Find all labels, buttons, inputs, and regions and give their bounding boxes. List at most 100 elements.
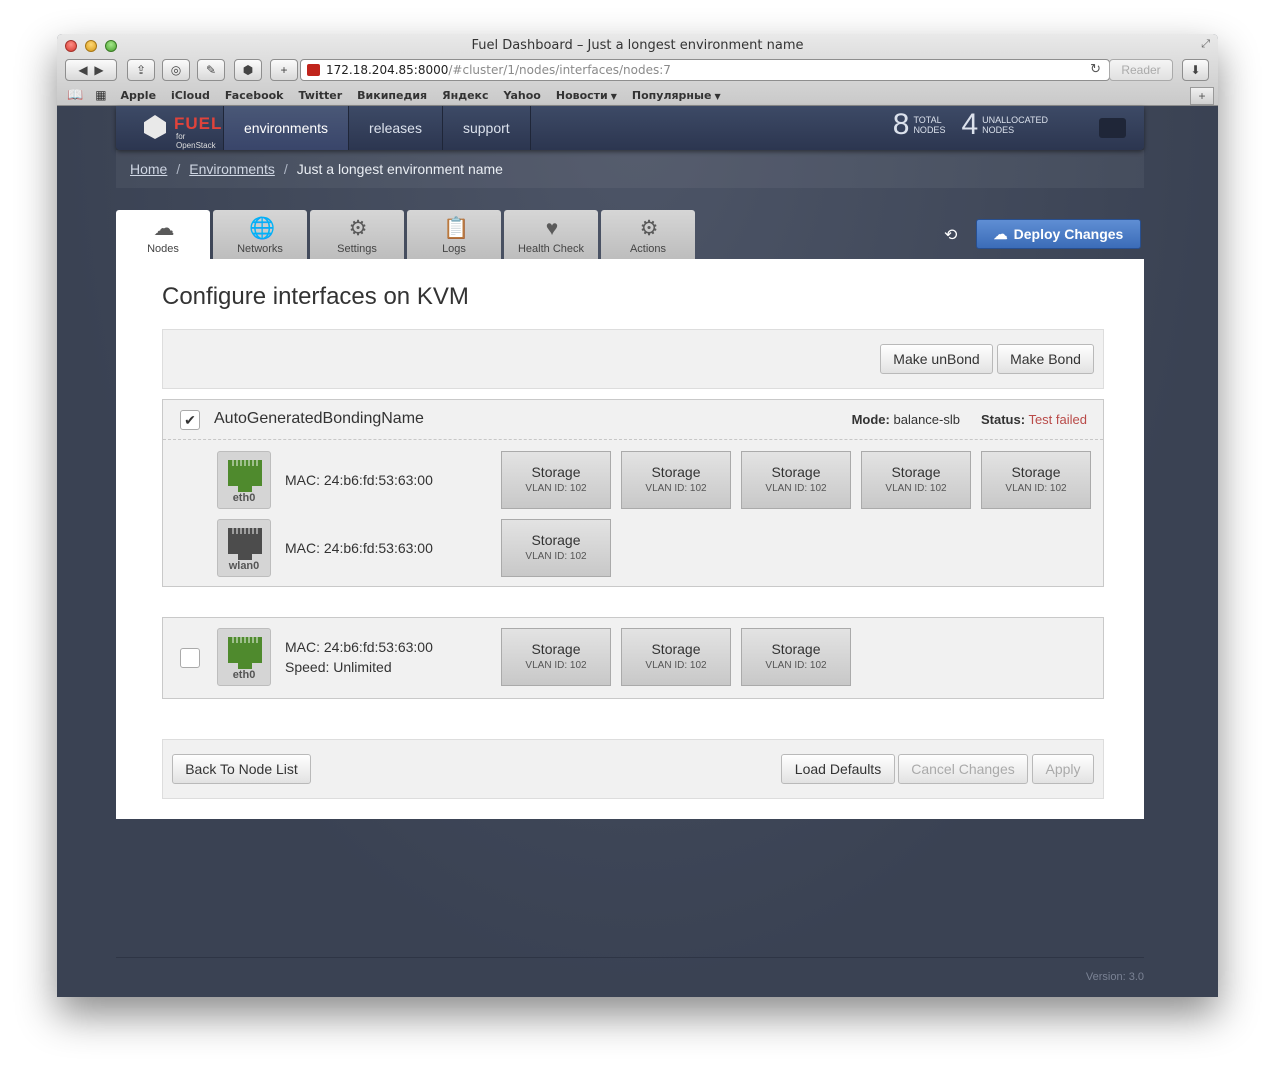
tools-button[interactable]: ✎ [197, 59, 225, 81]
network-name: Storage [651, 464, 701, 480]
fuel-app: FUEL for OpenStack environments releases… [57, 106, 1218, 997]
network-storage[interactable]: Storage VLAN ID: 102 [741, 628, 851, 686]
plus-icon: + [280, 63, 288, 77]
tab-networks[interactable]: 🌐 Networks [213, 210, 307, 259]
new-tab-button[interactable]: + [1190, 87, 1214, 105]
network-storage[interactable]: Storage VLAN ID: 102 [741, 451, 851, 509]
network-vlan: VLAN ID: 102 [645, 660, 707, 671]
interfaces-panel: Configure interfaces on KVM Make unBond … [116, 259, 1144, 819]
tab-health-check[interactable]: ♥ Health Check [504, 210, 598, 259]
network-storage[interactable]: Storage VLAN ID: 102 [501, 628, 611, 686]
page-title: Configure interfaces on KVM [162, 283, 469, 310]
extension-button[interactable]: ⬢ [234, 59, 262, 81]
browser-window: Fuel Dashboard – Just a longest environm… [57, 34, 1218, 997]
logo-subtext: for OpenStack [176, 132, 216, 150]
reload-icon[interactable]: ↻ [1090, 62, 1101, 77]
bookmark-twitter[interactable]: Twitter [299, 89, 343, 102]
nic-mac: MAC: 24:b6:fd:53:63:00 [285, 540, 433, 556]
main-navbar: FUEL for OpenStack environments releases… [116, 106, 1144, 150]
nic-name: wlan0 [228, 560, 260, 572]
cloud-upload-icon: ☁ [993, 225, 1008, 242]
nav-environments[interactable]: environments [224, 106, 350, 150]
nic-speed: Speed: Unlimited [285, 659, 392, 675]
network-storage[interactable]: Storage VLAN ID: 102 [981, 451, 1091, 509]
gears-icon: ⚙ [639, 217, 659, 240]
bookmark-popular-folder[interactable]: Популярные ▼ [632, 89, 721, 102]
add-bookmark-button[interactable]: + [270, 59, 298, 81]
cancel-changes-button[interactable]: Cancel Changes [898, 754, 1028, 784]
bookmark-facebook[interactable]: Facebook [225, 89, 284, 102]
tab-label: Settings [337, 243, 377, 255]
deploy-label: Deploy Changes [1013, 226, 1124, 242]
url-field[interactable]: 172.18.204.85:8000/#cluster/1/nodes/inte… [300, 59, 1110, 81]
top-sites-icon[interactable]: ▦ [95, 88, 106, 102]
url-host: 172.18.204.85:8000 [326, 63, 449, 77]
bookmark-news-folder[interactable]: Новости ▼ [556, 89, 617, 102]
network-storage[interactable]: Storage VLAN ID: 102 [621, 451, 731, 509]
cloud-icon: ☁ [153, 217, 175, 240]
status-value: Test failed [1028, 412, 1087, 427]
history-sync-button[interactable]: ◎ [162, 59, 190, 81]
bookmark-yandex[interactable]: Яндекс [442, 89, 488, 102]
make-bond-button[interactable]: Make Bond [997, 344, 1094, 374]
network-storage[interactable]: Storage VLAN ID: 102 [501, 519, 611, 577]
make-unbond-button[interactable]: Make unBond [880, 344, 993, 374]
reading-list-icon[interactable]: 📖 [67, 88, 83, 103]
ethernet-port-icon [228, 637, 262, 669]
back-icon[interactable]: ◀ [78, 63, 87, 77]
forward-icon[interactable]: ▶ [94, 63, 103, 77]
load-defaults-button[interactable]: Load Defaults [781, 754, 895, 784]
reader-button[interactable]: Reader [1109, 59, 1173, 81]
tab-nodes[interactable]: ☁ Nodes [116, 210, 210, 259]
network-vlan: VLAN ID: 102 [1005, 483, 1067, 494]
network-storage[interactable]: Storage VLAN ID: 102 [621, 628, 731, 686]
tab-settings[interactable]: ⚙ Settings [310, 210, 404, 259]
download-icon: ⬇ [1190, 63, 1201, 77]
back-forward-buttons[interactable]: ◀ ▶ [65, 59, 117, 81]
breadcrumb-environments[interactable]: Environments [189, 161, 275, 177]
nic-name: eth0 [232, 669, 256, 681]
apply-button[interactable]: Apply [1032, 754, 1094, 784]
nav-support[interactable]: support [443, 106, 531, 150]
fullscreen-icon[interactable]: ⤢ [1201, 38, 1210, 51]
nav-releases[interactable]: releases [349, 106, 443, 150]
network-vlan: VLAN ID: 102 [765, 483, 827, 494]
tab-logs[interactable]: 📋 Logs [407, 210, 501, 259]
network-vlan: VLAN ID: 102 [525, 551, 587, 562]
share-button[interactable]: ⇪ [127, 59, 155, 81]
ethernet-port-icon [228, 528, 262, 560]
nic-wlan0[interactable]: wlan0 [217, 519, 271, 577]
bond-checkbox[interactable]: ✔ [180, 410, 200, 430]
tab-actions[interactable]: ⚙ Actions [601, 210, 695, 259]
network-vlan: VLAN ID: 102 [885, 483, 947, 494]
heart-pulse-icon: ♥ [545, 217, 559, 240]
network-vlan: VLAN ID: 102 [765, 660, 827, 671]
clipboard-icon: 📋 [443, 217, 470, 240]
breadcrumb-home[interactable]: Home [130, 161, 167, 177]
network-storage[interactable]: Storage VLAN ID: 102 [501, 451, 611, 509]
node-counts: 8 TOTAL NODES 4 UNALLOCATED NODES [893, 108, 1064, 142]
interface-checkbox[interactable] [180, 648, 200, 668]
back-to-node-list-button[interactable]: Back To Node List [172, 754, 311, 784]
downloads-button[interactable]: ⬇ [1182, 59, 1209, 81]
nic-eth0[interactable]: eth0 [217, 628, 271, 686]
bookmark-yahoo[interactable]: Yahoo [504, 89, 541, 102]
breadcrumb-current: Just a longest environment name [296, 161, 503, 177]
tab-label: Nodes [147, 243, 179, 255]
network-name: Storage [891, 464, 941, 480]
network-storage[interactable]: Storage VLAN ID: 102 [861, 451, 971, 509]
bookmark-icloud[interactable]: iCloud [171, 89, 210, 102]
nic-eth0[interactable]: eth0 [217, 451, 271, 509]
fuel-logo[interactable]: FUEL for OpenStack [116, 106, 224, 150]
bookmark-apple[interactable]: Apple [121, 89, 157, 102]
bookmark-popular-label: Популярные [631, 88, 712, 102]
tab-label: Actions [629, 243, 667, 255]
tab-label: Networks [237, 243, 283, 255]
notifications-icon[interactable] [1099, 118, 1126, 138]
wrench-icon: ✎ [205, 63, 217, 77]
network-vlan: VLAN ID: 102 [525, 660, 587, 671]
bookmark-wikipedia[interactable]: Википедия [357, 89, 427, 102]
browser-titlebar: Fuel Dashboard – Just a longest environm… [57, 34, 1218, 106]
deploy-changes-button[interactable]: ☁ Deploy Changes [976, 219, 1141, 249]
history-icon[interactable]: ⟲ [944, 225, 962, 244]
